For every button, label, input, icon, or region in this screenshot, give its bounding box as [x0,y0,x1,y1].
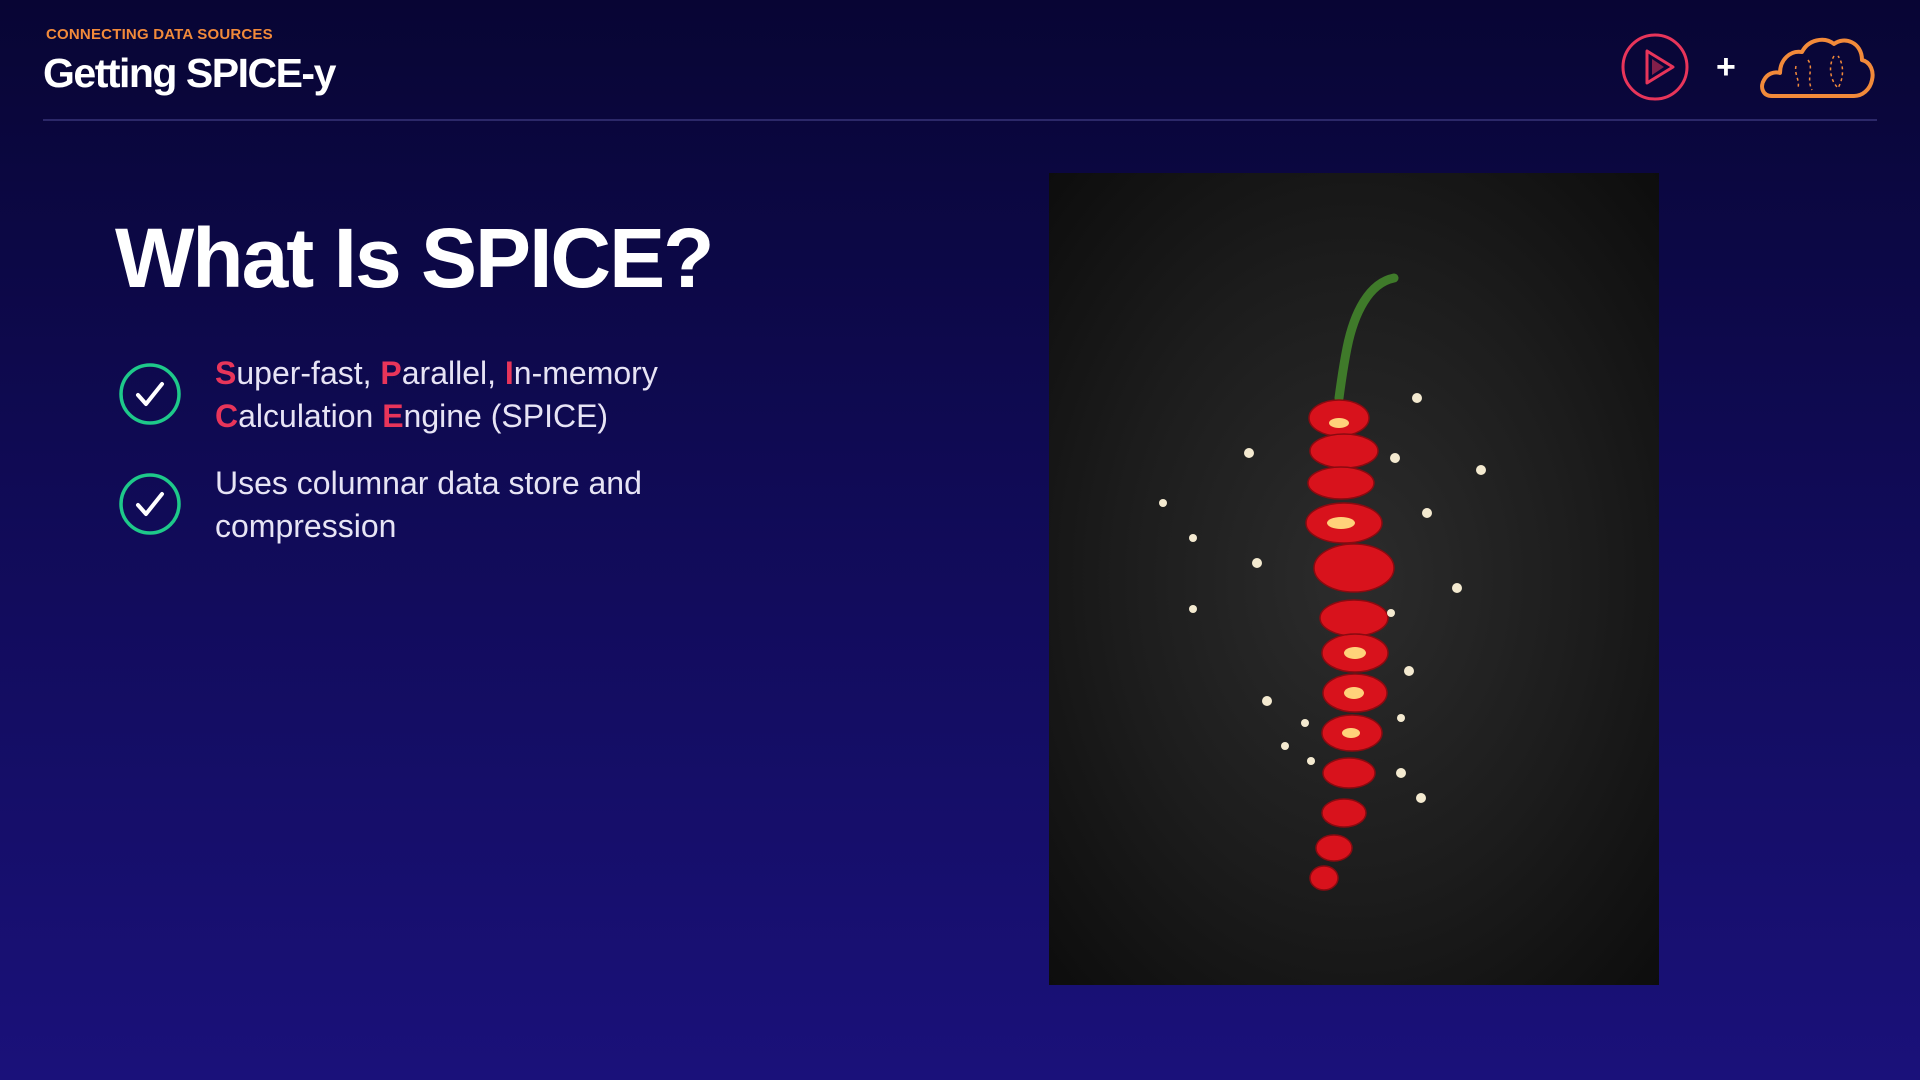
chili-stem [1334,273,1399,403]
bullet-text: Uses columnar data store and compression [215,462,642,548]
text-run: n-memory [513,355,658,391]
acronym-letter: E [382,398,404,434]
acronym-letter: C [215,398,239,434]
bullet-line: Uses columnar data store and [215,462,642,505]
header-divider [43,119,1877,121]
bullet-text: Super-fast, Parallel, In-memory Calculat… [215,352,658,438]
check-circle-icon [119,473,181,535]
text-run: compression [215,508,397,544]
brand-logos: + [1620,30,1880,106]
bullet-columnar-store: Uses columnar data store and compression [118,462,838,572]
slide-title: What Is SPICE? [115,211,714,305]
text-run: Uses columnar data store and [215,465,642,501]
bullet-line: Calculation Engine (SPICE) [215,395,658,438]
check-circle-icon [119,363,181,425]
deck-title: Getting SPICE-y [43,50,336,96]
cloud-logo-icon [1760,37,1875,98]
acronym-letter: S [215,355,237,391]
bullet-line: Super-fast, Parallel, In-memory [215,352,658,395]
eyebrow-label: CONNECTING DATA SOURCES [46,26,273,43]
bullet-line: compression [215,505,642,548]
chili-pepper-photo [1049,173,1659,985]
bullet-list: Super-fast, Parallel, In-memory Calculat… [118,352,838,572]
text-run: ngine (SPICE) [403,398,609,434]
text-run: uper-fast, [236,355,381,391]
plus-icon: + [1716,48,1736,86]
acronym-letter: P [380,355,402,391]
text-run: alculation [238,398,383,434]
text-run: arallel, [401,355,505,391]
bullet-spice-definition: Super-fast, Parallel, In-memory Calculat… [118,352,838,462]
play-logo-icon [1621,33,1689,101]
acronym-letter: I [504,355,514,391]
